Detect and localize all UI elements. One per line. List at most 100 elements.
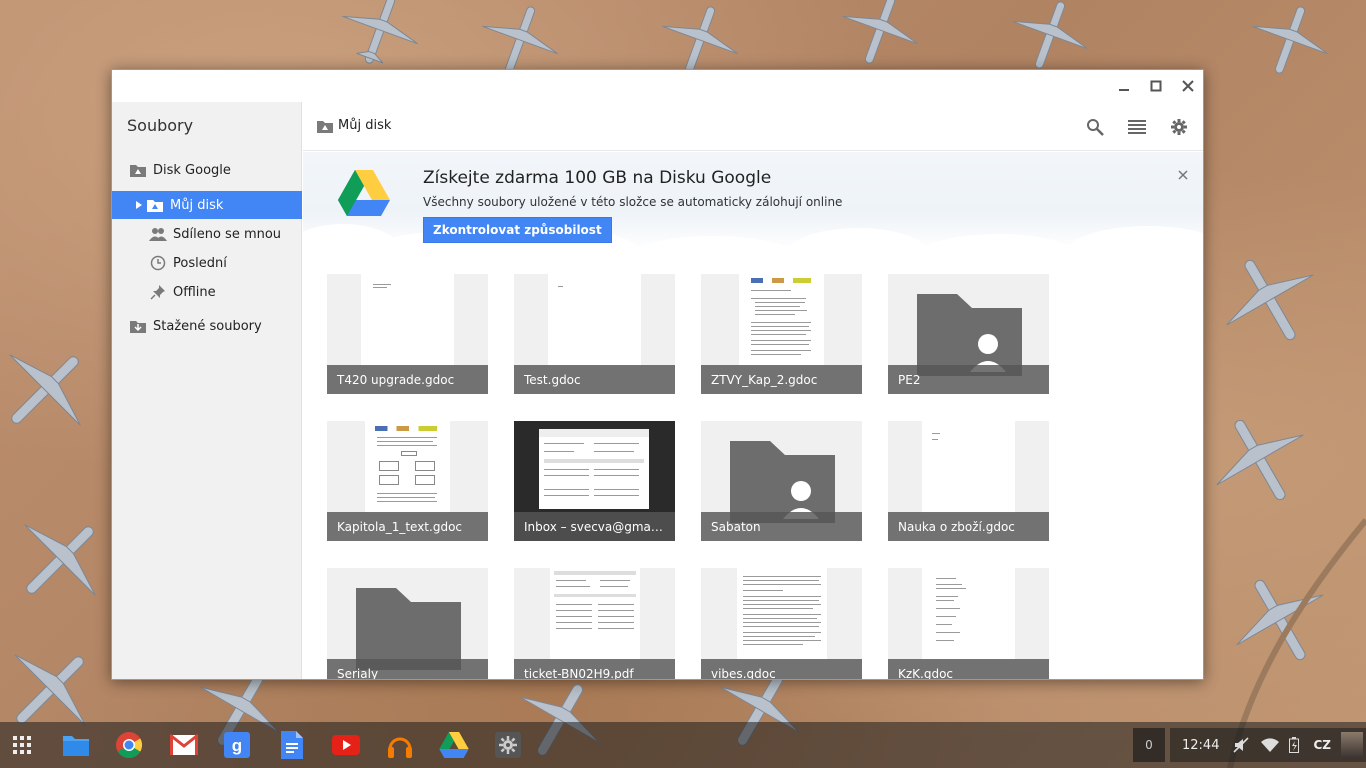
toolbar: Můj disk <box>303 102 1203 151</box>
svg-text:g: g <box>232 736 242 755</box>
google-search-icon: g <box>224 732 250 758</box>
list-view-button[interactable] <box>1125 115 1149 139</box>
file-name: KzK.gdoc <box>888 659 1049 679</box>
sidebar-item-label: Stažené soubory <box>153 318 262 334</box>
downloads-folder-icon <box>129 317 147 335</box>
doc-thumbnail <box>922 421 1015 513</box>
sidebar-item-recent[interactable]: Poslední <box>112 249 302 277</box>
folder-tile[interactable]: Serialy <box>327 568 488 679</box>
breadcrumb[interactable]: Můj disk <box>317 118 391 133</box>
expand-arrow-icon <box>136 201 146 209</box>
file-name: T420 upgrade.gdoc <box>327 365 488 394</box>
app-launcher-button[interactable] <box>6 729 38 761</box>
sidebar-item-my-drive[interactable]: Můj disk <box>112 191 302 219</box>
doc-thumbnail <box>365 421 450 513</box>
pin-icon <box>149 283 167 301</box>
sidebar-item-label: Disk Google <box>153 162 231 178</box>
gmail-icon <box>170 734 198 755</box>
file-tile[interactable]: Kapitola_1_text.gdoc <box>327 421 488 541</box>
battery-icon <box>1289 737 1300 753</box>
music-app-button[interactable] <box>384 729 416 761</box>
maximize-button[interactable] <box>1144 74 1168 98</box>
close-icon <box>1182 80 1194 92</box>
my-drive-icon <box>317 119 333 133</box>
sidebar-item-shared-with-me[interactable]: Sdíleno se mnou <box>112 220 302 248</box>
sidebar-item-label: Offline <box>173 284 216 300</box>
banner-subtitle: Všechny soubory uložené v této složce se… <box>423 195 843 209</box>
search-icon <box>1087 119 1104 136</box>
folder-name: Serialy <box>327 659 488 679</box>
gmail-app-button[interactable] <box>168 729 200 761</box>
close-icon <box>1178 170 1188 180</box>
file-tile[interactable]: vibes.gdoc <box>701 568 862 679</box>
minimize-icon <box>1119 89 1129 91</box>
file-name: Nauka o zboží.gdoc <box>888 512 1049 541</box>
chrome-app-button[interactable] <box>113 729 145 761</box>
sidebar-item-label: Můj disk <box>170 197 224 213</box>
launcher-icon <box>13 736 31 754</box>
close-window-button[interactable] <box>1176 74 1200 98</box>
list-view-icon <box>1128 120 1146 134</box>
google-search-app-button[interactable]: g <box>221 729 253 761</box>
input-method-indicator: CZ <box>1313 738 1331 752</box>
maximize-icon <box>1150 80 1162 92</box>
sidebar: Soubory Disk Google Můj disk Sdíleno se … <box>112 102 302 679</box>
shelf: g 0 12:44 CZ <box>0 722 1366 768</box>
file-name: Kapitola_1_text.gdoc <box>327 512 488 541</box>
minimize-button[interactable] <box>1112 74 1136 98</box>
youtube-app-button[interactable] <box>330 729 362 761</box>
drive-app-button[interactable] <box>438 729 470 761</box>
doc-thumbnail <box>739 274 824 366</box>
folder-tile[interactable]: Sabaton <box>701 421 862 541</box>
notification-counter[interactable]: 0 <box>1133 728 1165 762</box>
drive-icon <box>439 732 469 758</box>
window-titlebar[interactable] <box>112 70 1203 102</box>
file-tile[interactable]: KzK.gdoc <box>888 568 1049 679</box>
file-tile[interactable]: ZTVY_Kap_2.gdoc <box>701 274 862 394</box>
breadcrumb-label: Můj disk <box>338 118 392 133</box>
avatar <box>1340 732 1363 758</box>
banner-title: Získejte zdarma 100 GB na Disku Google <box>423 168 772 188</box>
people-icon <box>149 225 167 243</box>
sidebar-title: Soubory <box>127 116 194 135</box>
clock: 12:44 <box>1182 737 1220 753</box>
drive-folder-icon <box>129 161 147 179</box>
docs-icon <box>281 731 303 759</box>
file-name: ticket-BN02H9.pdf <box>514 659 675 679</box>
search-button[interactable] <box>1083 115 1107 139</box>
settings-icon <box>495 732 521 758</box>
check-eligibility-button[interactable]: Zkontrolovat způsobilost <box>423 217 612 243</box>
dismiss-banner-button[interactable] <box>1177 166 1191 180</box>
files-app-button[interactable] <box>60 729 92 761</box>
google-drive-logo <box>338 170 390 220</box>
file-tile[interactable]: Nauka o zboží.gdoc <box>888 421 1049 541</box>
doc-thumbnail <box>922 568 1015 660</box>
doc-thumbnail <box>548 274 641 366</box>
file-tile[interactable]: Test.gdoc <box>514 274 675 394</box>
gear-icon <box>1171 119 1187 135</box>
docs-app-button[interactable] <box>276 729 308 761</box>
file-name: Inbox – svecva@gmail.... <box>514 512 675 541</box>
status-tray[interactable]: 12:44 CZ <box>1170 728 1366 762</box>
settings-button[interactable] <box>1167 115 1191 139</box>
sidebar-item-downloads[interactable]: Stažené soubory <box>112 312 302 340</box>
files-app-icon <box>63 736 89 756</box>
file-tile[interactable]: ticket-BN02H9.pdf <box>514 568 675 679</box>
pdf-thumbnail <box>550 568 640 660</box>
sidebar-item-label: Poslední <box>173 255 227 271</box>
doc-thumbnail <box>737 568 827 660</box>
music-icon <box>388 737 412 758</box>
file-grid: T420 upgrade.gdoc Test.gdoc ZTVY_Kap_2.g… <box>327 274 1197 679</box>
file-tile[interactable]: T420 upgrade.gdoc <box>327 274 488 394</box>
file-name: Test.gdoc <box>514 365 675 394</box>
folder-tile[interactable]: PE2 <box>888 274 1049 394</box>
sidebar-item-google-drive[interactable]: Disk Google <box>112 156 302 184</box>
clock-icon <box>149 254 167 272</box>
files-app-window: Soubory Disk Google Můj disk Sdíleno se … <box>111 69 1204 680</box>
file-name: ZTVY_Kap_2.gdoc <box>701 365 862 394</box>
drive-promo-banner: Získejte zdarma 100 GB na Disku Google V… <box>303 152 1203 252</box>
settings-app-button[interactable] <box>492 729 524 761</box>
sidebar-item-offline[interactable]: Offline <box>112 278 302 306</box>
screenshot-thumbnail <box>539 429 649 509</box>
file-tile[interactable]: Inbox – svecva@gmail.... <box>514 421 675 541</box>
